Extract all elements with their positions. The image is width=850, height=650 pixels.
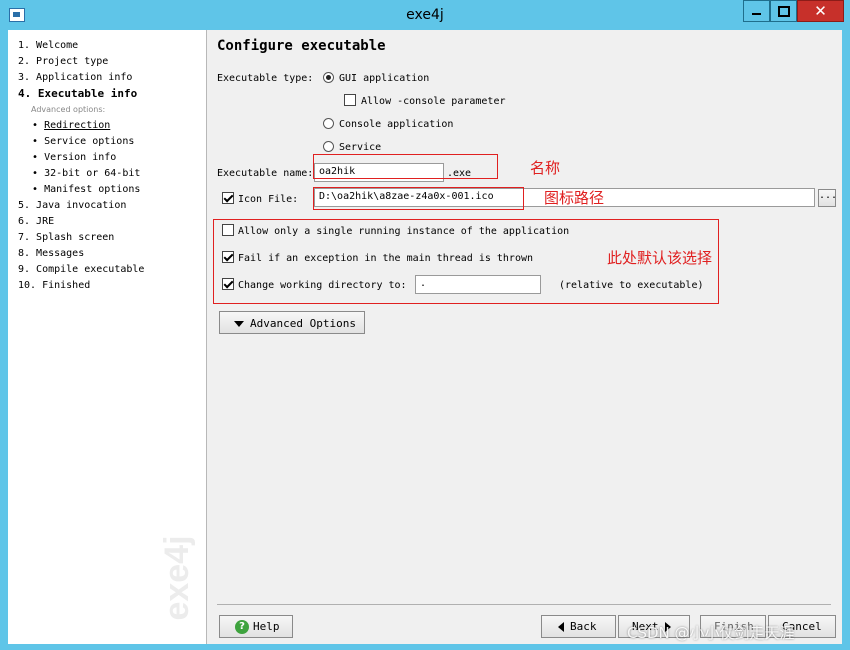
substep-redirection[interactable]: • Redirection: [32, 120, 110, 131]
back-label: Back: [570, 620, 597, 633]
allow-console-label[interactable]: Allow -console parameter: [361, 96, 506, 107]
back-arrow-icon: [558, 622, 564, 632]
step-finished[interactable]: 10. Finished: [18, 280, 90, 291]
step-java-invocation[interactable]: 5. Java invocation: [18, 200, 126, 211]
step-executable-info[interactable]: 4. Executable info: [18, 87, 137, 100]
main-panel: Configure executable Executable type: GU…: [207, 30, 842, 644]
default-options-annotation: 此处默认该选择: [607, 249, 713, 267]
icon-path-highlight-box: [313, 187, 524, 210]
title-bar: exe4j ✕: [0, 0, 850, 30]
executable-name-label: Executable name:: [217, 168, 314, 179]
minimize-button[interactable]: [743, 0, 770, 22]
back-button[interactable]: Back: [541, 615, 616, 638]
advanced-options-button[interactable]: Advanced Options: [219, 311, 365, 334]
allow-console-checkbox[interactable]: [344, 94, 356, 106]
exe4j-watermark-logo: exe4j: [158, 535, 196, 620]
service-label[interactable]: Service: [339, 142, 381, 153]
name-annotation: 名称: [530, 159, 561, 177]
credit-watermark: CSDN @小小仗剑走天涯: [627, 624, 795, 642]
icon-file-label: Icon File:: [238, 194, 299, 205]
bullet: •: [32, 168, 39, 179]
step-application-info[interactable]: 3. Application info: [18, 72, 132, 83]
icon-path-annotation: 图标路径: [544, 189, 605, 207]
chevron-down-icon: [234, 321, 244, 327]
icon-file-checkbox[interactable]: [222, 192, 234, 204]
name-highlight-box: [313, 154, 498, 179]
close-button[interactable]: ✕: [797, 0, 844, 22]
substep-version-info[interactable]: • Version info: [32, 152, 116, 163]
gui-application-label[interactable]: GUI application: [339, 73, 429, 84]
bullet: •: [32, 184, 39, 195]
step-jre[interactable]: 6. JRE: [18, 216, 54, 227]
substep-32-or-64-bit[interactable]: • 32-bit or 64-bit: [32, 168, 140, 179]
maximize-button[interactable]: [770, 0, 797, 22]
step-splash-screen[interactable]: 7. Splash screen: [18, 232, 114, 243]
substep-label: Service options: [44, 136, 135, 147]
bullet: •: [32, 136, 39, 147]
step-messages[interactable]: 8. Messages: [18, 248, 84, 259]
step-compile-executable[interactable]: 9. Compile executable: [18, 264, 144, 275]
maximize-icon: [777, 6, 790, 17]
help-icon: ?: [235, 620, 249, 634]
substep-manifest-options[interactable]: • Manifest options: [32, 184, 140, 195]
wizard-client: 1. Welcome 2. Project type 3. Applicatio…: [8, 30, 842, 644]
console-application-radio[interactable]: [323, 118, 334, 129]
watermark-text: exe4j: [158, 535, 196, 620]
step-welcome[interactable]: 1. Welcome: [18, 40, 78, 51]
help-label: Help: [253, 620, 280, 633]
window-title: exe4j: [406, 7, 444, 23]
wizard-steps-sidebar: 1. Welcome 2. Project type 3. Applicatio…: [8, 30, 207, 644]
page-title: Configure executable: [217, 38, 386, 54]
substep-service-options[interactable]: • Service options: [32, 136, 134, 147]
advanced-options-label: Advanced Options: [250, 317, 356, 330]
console-application-label[interactable]: Console application: [339, 119, 453, 130]
advanced-options-caption: Advanced options:: [31, 105, 106, 114]
substep-label: Redirection: [44, 120, 111, 131]
help-button[interactable]: ? Help: [219, 615, 293, 638]
gui-application-radio[interactable]: [323, 72, 334, 83]
footer-separator: [217, 604, 831, 605]
step-project-type[interactable]: 2. Project type: [18, 56, 108, 67]
minimize-icon: [752, 13, 761, 15]
bullet: •: [32, 152, 39, 163]
substep-label: Version info: [44, 152, 117, 163]
substep-label: 32-bit or 64-bit: [44, 168, 141, 179]
executable-type-label: Executable type:: [217, 73, 314, 84]
bullet: •: [32, 120, 39, 131]
close-icon: ✕: [814, 2, 827, 20]
service-radio[interactable]: [323, 141, 334, 152]
browse-icon-button[interactable]: ...: [818, 189, 837, 207]
substep-label: Manifest options: [44, 184, 141, 195]
